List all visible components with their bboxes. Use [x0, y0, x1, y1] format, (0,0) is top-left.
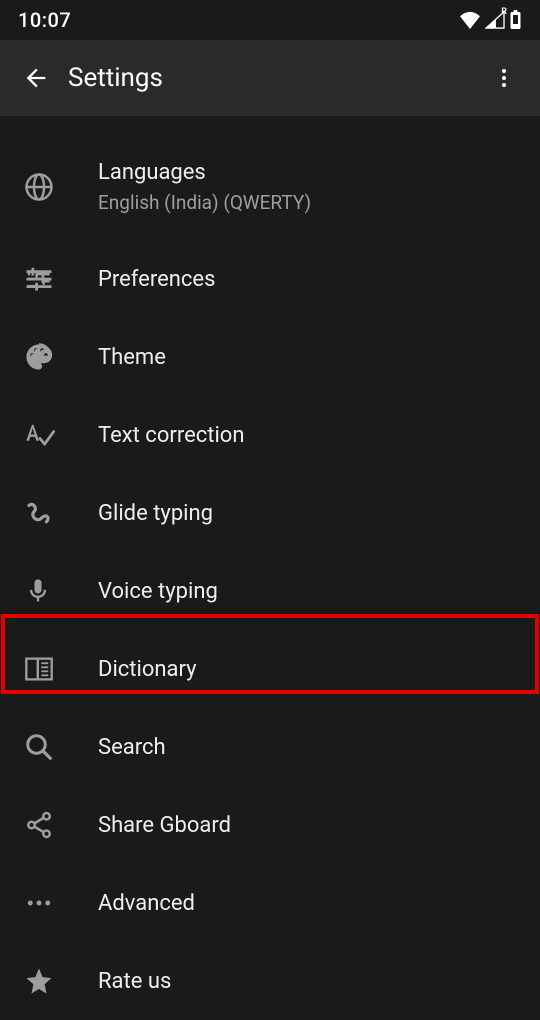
settings-item-rate-us[interactable]: Rate us	[0, 942, 540, 1020]
more-vert-icon	[492, 66, 516, 90]
item-subtitle: English (India) (QWERTY)	[98, 191, 311, 214]
search-icon	[24, 732, 54, 762]
settings-item-share-gboard[interactable]: Share Gboard	[0, 786, 540, 864]
globe-icon	[24, 172, 54, 202]
item-title: Preferences	[98, 267, 215, 292]
settings-item-theme[interactable]: Theme	[0, 318, 540, 396]
item-title: Languages	[98, 160, 311, 185]
text-check-icon	[24, 420, 56, 450]
item-title: Search	[98, 735, 166, 760]
page-title: Settings	[68, 63, 480, 93]
settings-list: Languages English (India) (QWERTY) Prefe…	[0, 116, 540, 1020]
item-title: Advanced	[98, 891, 195, 916]
settings-item-voice-typing[interactable]: Voice typing	[0, 552, 540, 630]
wifi-icon	[459, 11, 481, 29]
book-icon	[24, 655, 54, 683]
share-icon	[24, 810, 54, 840]
back-button[interactable]	[12, 54, 60, 102]
status-bar: 10:07 R	[0, 0, 540, 40]
item-title: Rate us	[98, 969, 171, 994]
sliders-icon	[24, 264, 54, 294]
item-title: Text correction	[98, 423, 245, 448]
item-title: Share Gboard	[98, 813, 231, 838]
status-time: 10:07	[18, 8, 71, 32]
item-title: Theme	[98, 345, 166, 370]
screen: 10:07 R Settings	[0, 0, 540, 1020]
settings-item-glide-typing[interactable]: Glide typing	[0, 474, 540, 552]
settings-item-search[interactable]: Search	[0, 708, 540, 786]
settings-item-advanced[interactable]: Advanced	[0, 864, 540, 942]
glide-icon	[24, 498, 54, 528]
overflow-menu-button[interactable]	[480, 54, 528, 102]
settings-item-preferences[interactable]: Preferences	[0, 240, 540, 318]
settings-item-dictionary[interactable]: Dictionary	[0, 630, 540, 708]
arrow-back-icon	[22, 64, 50, 92]
palette-icon	[24, 342, 54, 372]
status-icons: R	[459, 10, 522, 30]
app-bar: Settings	[0, 40, 540, 116]
settings-item-text-correction[interactable]: Text correction	[0, 396, 540, 474]
settings-item-languages[interactable]: Languages English (India) (QWERTY)	[0, 134, 540, 240]
signal-icon: R	[485, 11, 505, 29]
item-title: Dictionary	[98, 657, 197, 682]
dots-icon	[24, 888, 54, 918]
battery-icon	[509, 10, 522, 30]
star-icon	[24, 966, 54, 996]
mic-icon	[24, 576, 52, 606]
item-title: Glide typing	[98, 501, 213, 526]
item-title: Voice typing	[98, 579, 218, 604]
